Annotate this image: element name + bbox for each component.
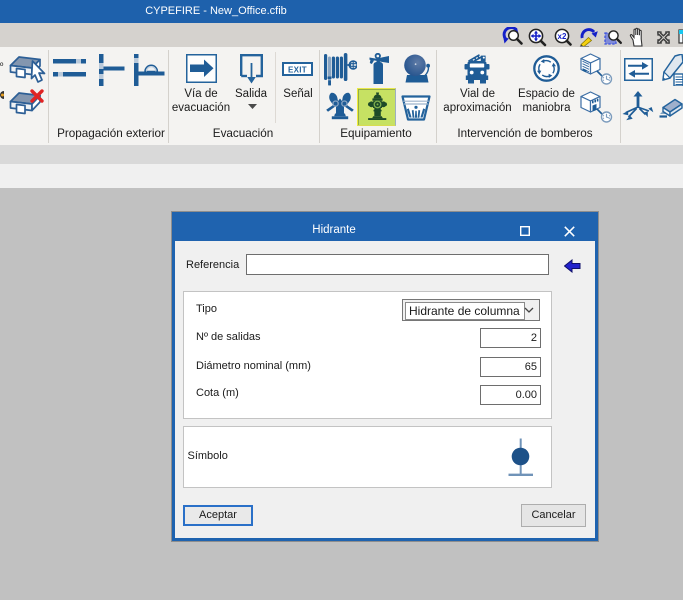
svg-text:EXIT: EXIT	[288, 66, 307, 75]
svg-text:x2: x2	[558, 32, 567, 41]
